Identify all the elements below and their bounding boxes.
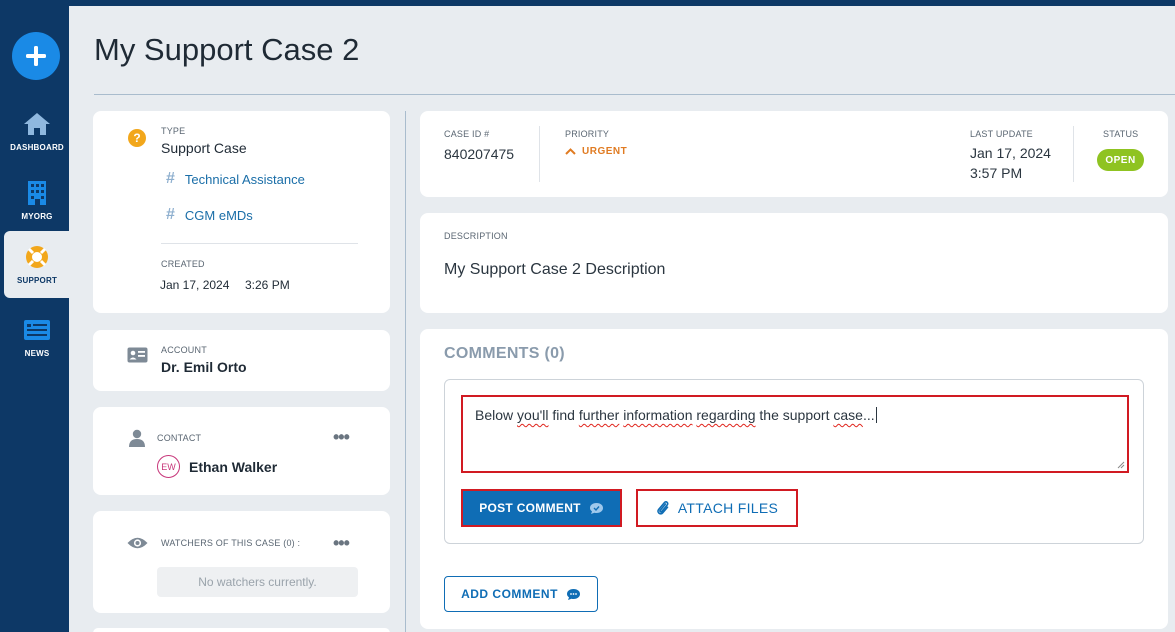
home-icon xyxy=(23,111,51,137)
add-comment-label: ADD COMMENT xyxy=(461,587,558,601)
description-text: My Support Case 2 Description xyxy=(444,261,666,278)
attach-files-button[interactable]: ATTACH FILES xyxy=(636,489,798,527)
avatar: EW xyxy=(157,455,180,478)
text-cursor: ​ xyxy=(875,407,877,423)
draft-text: regarding xyxy=(696,407,756,423)
hash-icon: # xyxy=(166,206,175,223)
created-label: CREATED xyxy=(161,259,205,269)
watchers-more-button[interactable]: ••• xyxy=(333,533,350,554)
case-id: 840207475 xyxy=(444,146,515,162)
lifebuoy-icon xyxy=(23,244,51,270)
chevron-up-icon xyxy=(565,148,576,155)
paperclip-icon xyxy=(657,500,669,515)
top-bar xyxy=(0,0,1175,6)
comment-textarea[interactable]: Below you'll find further information re… xyxy=(461,395,1129,473)
draft-text: the support xyxy=(755,407,834,423)
newspaper-icon xyxy=(23,317,51,343)
no-watchers-message: No watchers currently. xyxy=(157,567,358,597)
sidebar-item-news[interactable]: NEWS xyxy=(4,304,70,371)
status-label: STATUS xyxy=(1103,129,1139,139)
contact-more-button[interactable]: ••• xyxy=(333,427,350,448)
account-name[interactable]: Dr. Emil Orto xyxy=(161,359,247,375)
comment-bubble-icon xyxy=(566,588,580,600)
card-partial xyxy=(93,628,390,632)
plus-icon xyxy=(26,46,46,66)
sidebar-item-support[interactable]: SUPPORT xyxy=(4,231,70,298)
created-date: Jan 17, 2024 xyxy=(160,278,230,292)
sidebar-item-label: DASHBOARD xyxy=(10,143,64,152)
contact-card: CONTACT ••• EW Ethan Walker xyxy=(93,407,390,495)
comment-composer: Below you'll find further information re… xyxy=(444,379,1144,544)
eye-icon xyxy=(127,536,148,555)
draft-text: find xyxy=(548,407,579,423)
case-type-card: ? TYPE Support Case # Technical Assistan… xyxy=(93,111,390,313)
tag-label: CGM eMDs xyxy=(184,207,253,223)
draft-text: further xyxy=(578,407,620,423)
create-button[interactable] xyxy=(12,32,60,80)
type-label: TYPE xyxy=(161,126,186,136)
add-comment-button[interactable]: ADD COMMENT xyxy=(444,576,598,612)
contact-label: CONTACT xyxy=(157,433,202,443)
hash-icon: # xyxy=(166,170,175,187)
comments-card: COMMENTS (0) Below you'll find further i… xyxy=(420,329,1168,629)
draft-text: ... xyxy=(862,407,875,423)
draft-text: you'll xyxy=(517,407,549,423)
divider xyxy=(161,243,358,244)
draft-text: Below xyxy=(475,407,518,423)
comments-title: COMMENTS (0) xyxy=(444,345,565,362)
sidebar-item-myorg[interactable]: MYORG xyxy=(4,167,70,234)
contact-name[interactable]: Ethan Walker xyxy=(189,459,277,475)
priority-label: PRIORITY xyxy=(565,129,610,139)
case-id-label: CASE ID # xyxy=(444,129,490,139)
account-label: ACCOUNT xyxy=(161,345,207,355)
building-icon xyxy=(23,180,51,206)
tag-cgm-emds[interactable]: # CGM eMDs xyxy=(166,206,253,224)
description-label: DESCRIPTION xyxy=(444,231,508,241)
post-comment-button[interactable]: POST COMMENT xyxy=(461,489,622,527)
last-update-label: LAST UPDATE xyxy=(970,129,1033,139)
case-info-card: CASE ID # 840207475 PRIORITY URGENT LAST… xyxy=(420,111,1168,197)
status-badge: OPEN xyxy=(1097,149,1144,171)
sidebar: DASHBOARD MYORG SUPPORT NEWS xyxy=(0,0,70,632)
post-comment-label: POST COMMENT xyxy=(479,501,581,515)
draft-text: information xyxy=(623,407,693,423)
header-divider xyxy=(94,94,1175,95)
id-card-icon xyxy=(127,347,148,368)
account-card: ACCOUNT Dr. Emil Orto xyxy=(93,330,390,391)
resize-handle-icon[interactable] xyxy=(1117,461,1125,469)
watchers-card: WATCHERS OF THIS CASE (0) : ••• No watch… xyxy=(93,511,390,613)
priority-badge: URGENT xyxy=(565,146,627,157)
draft-text: case xyxy=(833,407,863,423)
sidebar-item-label: NEWS xyxy=(24,349,50,358)
person-icon xyxy=(129,429,145,452)
description-card: DESCRIPTION My Support Case 2 Descriptio… xyxy=(420,213,1168,313)
last-update-time: 3:57 PM xyxy=(970,165,1023,181)
sidebar-item-label: SUPPORT xyxy=(16,276,58,285)
column-divider xyxy=(405,111,406,632)
watchers-label: WATCHERS OF THIS CASE (0) : xyxy=(161,538,301,548)
divider xyxy=(539,126,540,182)
tag-label: Technical Assistance xyxy=(184,171,305,187)
priority-value: URGENT xyxy=(582,146,628,157)
created-time: 3:26 PM xyxy=(245,278,290,292)
type-value: Support Case xyxy=(161,140,247,156)
attach-files-label: ATTACH FILES xyxy=(677,500,779,516)
divider xyxy=(1073,126,1074,182)
comment-bubble-icon xyxy=(589,502,603,514)
question-icon: ? xyxy=(128,129,146,147)
sidebar-item-dashboard[interactable]: DASHBOARD xyxy=(4,98,70,165)
tag-technical-assistance[interactable]: # Technical Assistance xyxy=(166,170,305,188)
last-update-date: Jan 17, 2024 xyxy=(970,145,1051,161)
page-title: My Support Case 2 xyxy=(94,32,360,67)
sidebar-item-label: MYORG xyxy=(21,212,53,221)
